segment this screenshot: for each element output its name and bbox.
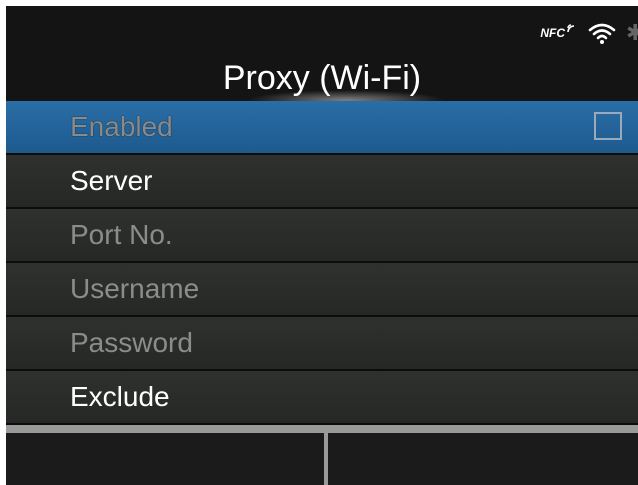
- menu-item-enabled[interactable]: Enabled: [6, 101, 638, 155]
- menu-item-server[interactable]: Server: [6, 155, 638, 209]
- header: NFC ✱ Proxy (Wi-Fi): [6, 6, 638, 101]
- enabled-checkbox[interactable]: [594, 112, 622, 140]
- softkey-left[interactable]: [6, 433, 324, 485]
- softkey-bar: [6, 433, 638, 485]
- menu-item-label: Server: [70, 165, 153, 196]
- menu-item-label: Password: [70, 327, 193, 358]
- menu-item-label: Port No.: [70, 219, 173, 250]
- menu-item-label: Username: [70, 273, 200, 304]
- menu-list: Enabled Server Port No. Username Passwor…: [6, 101, 638, 425]
- status-icons: NFC ✱: [540, 20, 638, 46]
- nfc-icon: NFC: [540, 24, 578, 40]
- menu-item-label: Enabled: [70, 111, 173, 142]
- nfc-label: NFC: [540, 26, 565, 40]
- menu-item-username[interactable]: Username: [6, 263, 638, 317]
- menu-item-password[interactable]: Password: [6, 317, 638, 371]
- menu-item-exclude[interactable]: Exclude: [6, 371, 638, 425]
- printer-screen: NFC ✱ Proxy (Wi-Fi) Enabled Server Port …: [6, 6, 638, 485]
- wifi-icon: [588, 23, 616, 44]
- softkey-right[interactable]: [328, 433, 638, 485]
- menu-item-label: Exclude: [70, 381, 170, 412]
- bluetooth-icon: ✱: [626, 20, 638, 45]
- page-title: Proxy (Wi-Fi): [222, 59, 422, 97]
- footer-separator: [6, 425, 638, 433]
- menu-item-port-no[interactable]: Port No.: [6, 209, 638, 263]
